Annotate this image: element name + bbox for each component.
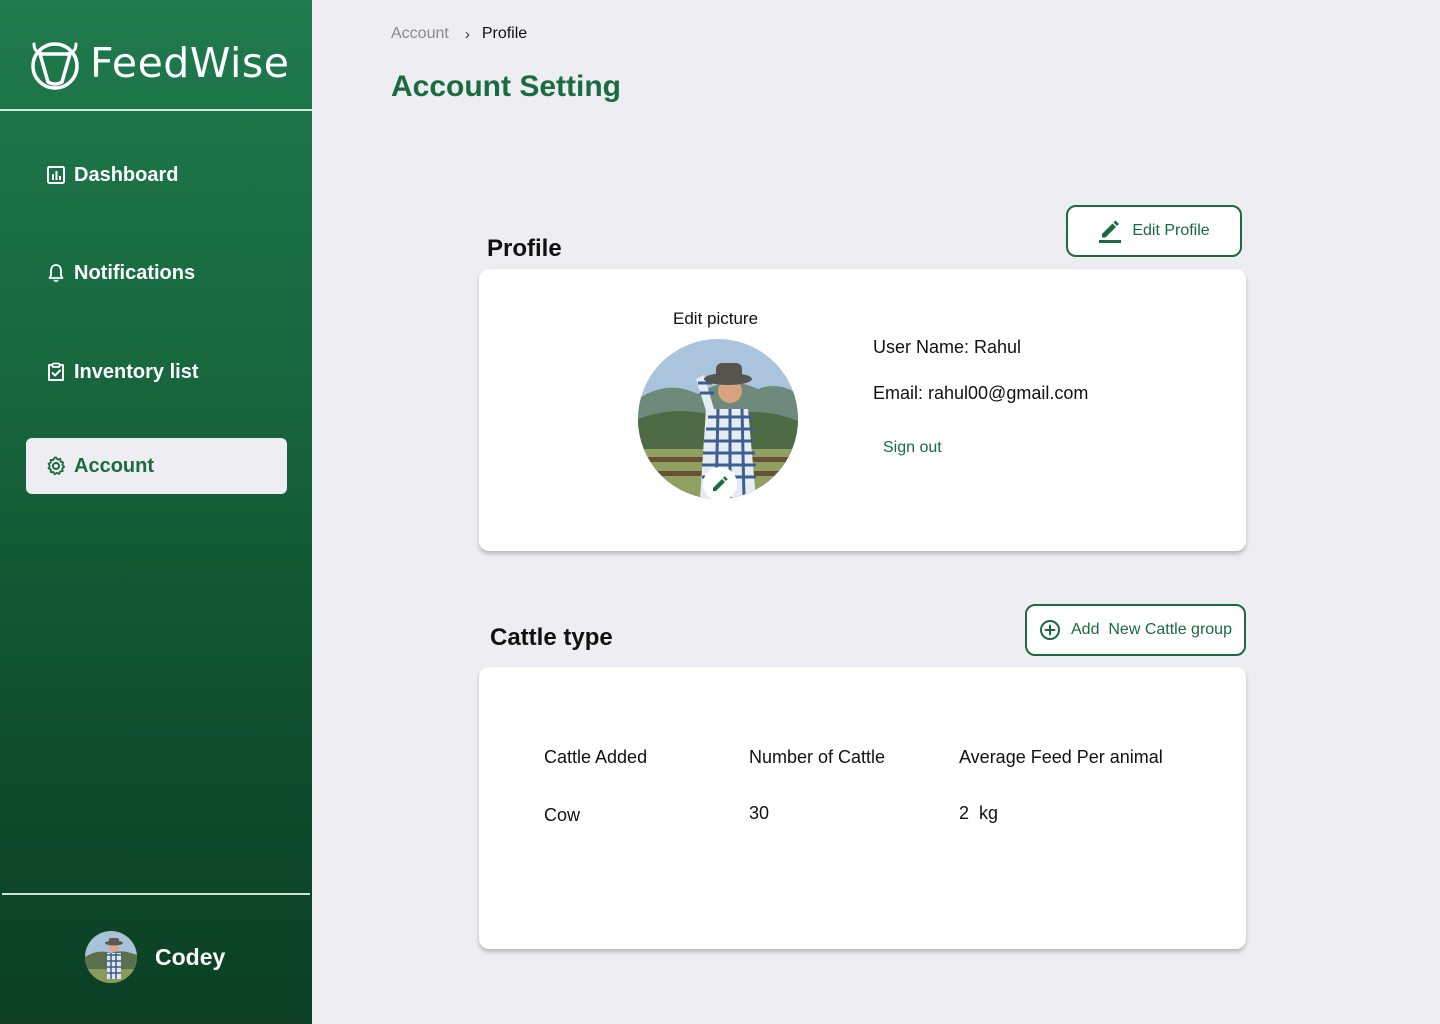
plus-circle-icon [1040,620,1060,640]
cattle-table-card: Cattle Added Number of Cattle Average Fe… [479,667,1246,949]
sidebar-item-label: Notifications [74,261,196,284]
cow-logo-icon [31,42,79,90]
table-cell-cattle-count: 30 [749,803,770,823]
page-title: Account Setting [391,70,621,103]
pencil-icon [713,476,728,491]
column-header-average-feed: Average Feed Per animal [959,747,1163,767]
profile-card: Edit picture User Name: Rahul Email: rah… [479,269,1246,551]
clipboard-check-icon [48,362,64,381]
sidebar-item-inventory[interactable]: Inventory list [26,344,287,400]
sidebar-item-notifications[interactable]: Notifications [26,245,287,301]
brand-logo[interactable]: FeedWise [28,36,289,90]
email-text: Email: rahul00@gmail.com [873,383,1089,403]
add-cattle-group-label: Add New Cattle group [1071,621,1232,638]
add-cattle-group-button[interactable]: Add New Cattle group [1025,604,1246,656]
avatar [85,931,137,983]
sidebar-user[interactable]: Codey [85,931,225,983]
sidebar-divider [0,109,312,111]
chart-icon [47,166,65,184]
brand-name: FeedWise [90,39,290,87]
sidebar: FeedWise Dashboard Notifications Invento… [0,0,312,1024]
gear-icon [47,456,66,476]
breadcrumb-account-link[interactable]: Account [391,25,449,43]
table-cell-cattle-type: Cow [544,805,581,825]
edit-profile-label: Edit Profile [1132,222,1210,239]
edit-pencil-icon [1099,220,1122,243]
chevron-right-icon: › [464,25,470,43]
user-name: Codey [155,943,226,970]
username-text: User Name: Rahul [873,337,1022,357]
edit-profile-button[interactable]: Edit Profile [1066,205,1242,257]
sign-out-link[interactable]: Sign out [883,439,942,457]
sidebar-divider [2,893,310,895]
sidebar-item-label: Inventory list [74,360,199,383]
sidebar-item-account[interactable]: Account [26,438,287,494]
edit-photo-button[interactable] [703,467,737,501]
sidebar-item-dashboard[interactable]: Dashboard [26,147,287,203]
sidebar-item-label: Dashboard [74,163,179,186]
breadcrumb-current: Profile [481,25,528,42]
column-header-cattle-added: Cattle Added [544,747,648,767]
profile-section-title: Profile [487,235,562,262]
breadcrumb: Account › Profile [391,25,527,43]
sidebar-item-label: Account [74,454,154,477]
edit-picture-label[interactable]: Edit picture [673,309,758,329]
column-header-number-of-cattle: Number of Cattle [749,747,886,767]
bell-icon [48,264,64,283]
table-cell-average-feed: 2 kg [959,803,999,823]
cattle-section-title: Cattle type [490,624,613,651]
